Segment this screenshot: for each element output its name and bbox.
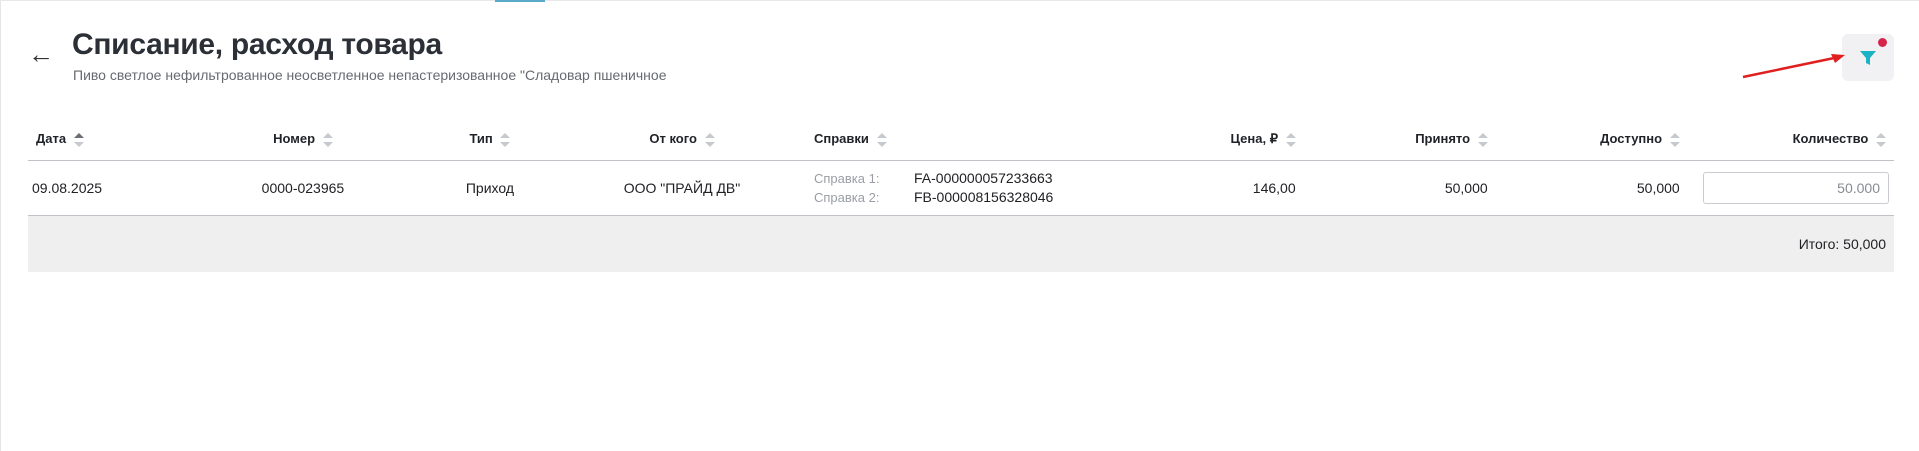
- total-label: Итого: 50,000: [28, 215, 1894, 272]
- sort-icon[interactable]: [1477, 132, 1488, 147]
- cell-number: 0000-023965: [211, 160, 394, 216]
- sort-icon[interactable]: [322, 132, 333, 147]
- column-header-price[interactable]: Цена, ₽: [1182, 118, 1304, 161]
- ref-line-2: Справка 2: FB-000008156328046: [814, 189, 1054, 205]
- total-row: Итого: 50,000: [28, 215, 1894, 272]
- sort-icon[interactable]: [704, 132, 715, 147]
- column-header-accepted[interactable]: Принято: [1303, 118, 1496, 161]
- arrow-left-icon: ←: [28, 39, 54, 69]
- cell-from: ООО "ПРАЙД ДВ": [585, 160, 778, 216]
- column-header-refs[interactable]: Справки: [778, 118, 1183, 161]
- column-header-from[interactable]: От кого: [585, 118, 778, 161]
- column-header-quantity[interactable]: Количество: [1687, 118, 1894, 161]
- cell-date: 09.08.2025: [28, 160, 212, 216]
- back-button[interactable]: ←: [28, 41, 54, 67]
- sort-icon[interactable]: [1876, 132, 1886, 147]
- table-row: 09.08.2025 0000-023965 Приход ООО "ПРАЙД…: [28, 160, 1894, 216]
- active-tab-indicator: [495, 0, 545, 2]
- cell-accepted: 50,000: [1303, 160, 1496, 216]
- column-header-type[interactable]: Тип: [393, 118, 586, 161]
- product-name-subtitle: Пиво светлое нефильтрованное неосветленн…: [73, 67, 667, 83]
- table-header-row: Дата Номер Тип От кого Справки Цена, ₽ П…: [28, 118, 1894, 161]
- column-header-date[interactable]: Дата: [28, 118, 212, 161]
- sort-icon[interactable]: [876, 132, 887, 147]
- column-header-number[interactable]: Номер: [211, 118, 394, 161]
- page-title: Списание, расход товара: [72, 28, 442, 61]
- annotation-arrow: [1742, 54, 1845, 79]
- cell-refs: Справка 1: FA-000000057233663 Справка 2: F…: [778, 160, 1183, 216]
- filter-active-badge: [1878, 38, 1887, 47]
- filter-funnel-icon: [1860, 50, 1876, 65]
- sort-icon[interactable]: [1669, 132, 1680, 147]
- sort-icon[interactable]: [73, 132, 84, 147]
- filter-button[interactable]: [1842, 34, 1894, 81]
- page: ← Списание, расход товара Пиво светлое н…: [0, 0, 1919, 451]
- cell-quantity: [1687, 160, 1894, 216]
- cell-available: 50,000: [1495, 160, 1688, 216]
- cell-price: 146,00: [1182, 160, 1304, 216]
- sort-icon[interactable]: [500, 132, 511, 147]
- column-header-available[interactable]: Доступно: [1495, 118, 1688, 161]
- ref-line-1: Справка 1: FA-000000057233663: [814, 170, 1053, 186]
- stock-table: Дата Номер Тип От кого Справки Цена, ₽ П…: [28, 118, 1894, 272]
- quantity-input[interactable]: [1703, 172, 1889, 204]
- sort-icon[interactable]: [1285, 132, 1296, 147]
- cell-type: Приход: [393, 160, 586, 216]
